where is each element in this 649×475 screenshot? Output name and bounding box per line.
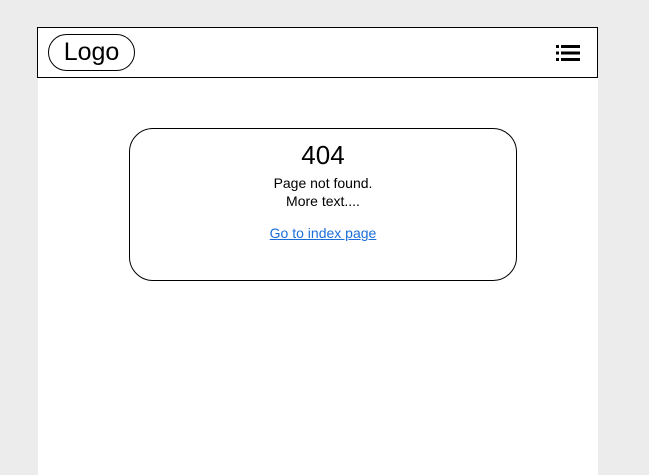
menu-button[interactable] (556, 44, 580, 62)
error-card: 404 Page not found. More text.... Go to … (129, 128, 517, 281)
error-detail: More text.... (286, 193, 360, 209)
hamburger-list-icon (556, 45, 580, 61)
error-code: 404 (301, 140, 345, 170)
go-to-index-link[interactable]: Go to index page (270, 225, 377, 241)
index-link-container: Go to index page (130, 224, 516, 242)
header-bar: Logo (37, 27, 598, 78)
error-message: Page not found. (273, 175, 373, 191)
logo[interactable]: Logo (48, 34, 135, 71)
